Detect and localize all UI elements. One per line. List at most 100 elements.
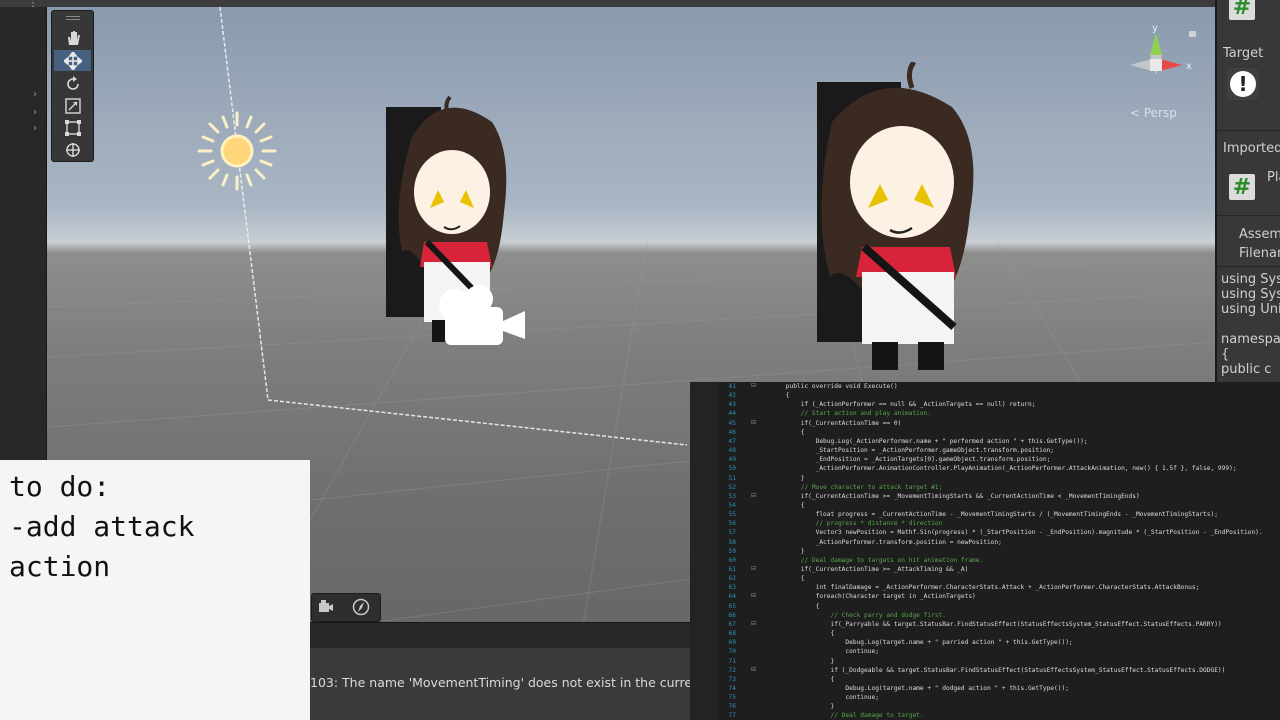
line-number: 55 (728, 511, 736, 519)
scale-tool-button[interactable] (54, 95, 91, 116)
line-number: 52 (728, 483, 736, 491)
rotate-icon (66, 75, 79, 90)
drag-handle-icon[interactable] (66, 16, 80, 20)
sun-light-icon[interactable] (195, 109, 279, 193)
line-number: 51 (728, 474, 736, 482)
rotate-tool-button[interactable] (54, 73, 91, 94)
code-line[interactable]: // Check parry and dodge first. (756, 611, 947, 620)
expand-arrow-icon[interactable]: › (33, 89, 37, 100)
code-line[interactable]: { (756, 602, 820, 611)
code-line[interactable]: if (_Dodgeable && target.StatusBar.FindS… (756, 666, 1226, 675)
code-line[interactable]: // Deal damage to target. (756, 711, 924, 720)
code-line[interactable]: } (756, 702, 835, 711)
code-line[interactable]: { (756, 501, 805, 510)
code-line[interactable]: Debug.Log(_ActionPerformer.name + " perf… (756, 437, 1088, 446)
code-line[interactable]: if(_Parryable && target.StatusBar.FindSt… (756, 620, 1222, 629)
character-sprite-right[interactable] (772, 62, 1002, 377)
rect-tool-button[interactable] (54, 117, 91, 138)
code-line[interactable]: // Move character to attack target #1; (756, 483, 943, 492)
line-number: 64 (728, 593, 736, 601)
code-line[interactable]: { (756, 428, 805, 437)
code-line[interactable]: int finalDamage = _ActionPerformer.Chara… (756, 583, 1200, 592)
orientation-gizmo[interactable]: y x (1122, 19, 1212, 119)
code-line[interactable]: { (756, 629, 835, 638)
code-line[interactable]: _EndPosition = _ActionTargets[0].gameObj… (756, 455, 1051, 464)
code-line[interactable]: foreach(Character target in _ActionTarge… (756, 592, 976, 601)
code-line[interactable]: // Start action and play animation. (756, 409, 931, 418)
code-line[interactable]: public override void Execute() (756, 382, 898, 391)
line-number: 60 (728, 556, 736, 564)
line-number: 58 (728, 538, 736, 546)
line-number: 74 (728, 684, 736, 692)
code-line[interactable]: } (756, 657, 835, 666)
move-icon (63, 51, 82, 70)
transform-icon (65, 142, 80, 157)
scene-tool-palette (51, 10, 94, 162)
code-line[interactable]: } (756, 474, 805, 483)
lock-icon[interactable] (1189, 31, 1196, 37)
perspective-toggle[interactable]: < Persp (1130, 106, 1177, 120)
hand-tool-button[interactable] (54, 27, 91, 48)
line-number: 62 (728, 575, 736, 583)
compass-icon[interactable] (352, 598, 370, 616)
code-line[interactable]: Vector3 newPosition = Mathf.Sin(progress… (756, 528, 1263, 537)
code-line[interactable]: continue; (756, 647, 879, 656)
line-number: 41 (728, 383, 736, 390)
console-error-message[interactable]: 103: The name 'MovementTiming' does not … (310, 675, 690, 690)
line-number: 71 (728, 657, 736, 665)
code-line[interactable]: if(_CurrentActionTime >= _MovementTiming… (756, 492, 1140, 501)
menu-icon[interactable]: ⋮ (28, 0, 38, 9)
line-number: 65 (728, 602, 736, 610)
todo-line: action (9, 550, 111, 583)
console-toolbar (310, 622, 690, 649)
line-number: 54 (728, 501, 736, 509)
source-preview-line: namespac (1221, 332, 1280, 347)
warning-badge: ! (1227, 68, 1259, 100)
line-number: 57 (728, 529, 736, 537)
line-number: 63 (728, 584, 736, 592)
csharp-script-icon: # (1229, 0, 1255, 20)
code-line[interactable]: if(_CurrentActionTime >= _AttackTiming &… (756, 565, 969, 574)
code-line[interactable]: } (756, 547, 805, 556)
todo-line: -add attack (9, 510, 195, 543)
line-number: 70 (728, 648, 736, 656)
camera-preview-icon[interactable] (318, 599, 334, 615)
code-line[interactable]: Debug.Log(target.name + " dodged action … (756, 684, 1069, 693)
divider (1217, 266, 1280, 267)
expand-arrow-icon[interactable]: › (33, 107, 37, 118)
console-panel: 103: The name 'MovementTiming' does not … (310, 648, 690, 720)
line-number: 69 (728, 639, 736, 647)
code-line[interactable]: { (756, 675, 835, 684)
source-preview-line: { (1221, 347, 1230, 362)
line-number: 47 (728, 437, 736, 445)
expand-arrow-icon[interactable]: › (33, 123, 37, 134)
code-line[interactable]: continue; (756, 693, 879, 702)
code-line[interactable]: if(_CurrentActionTime == 0) (756, 419, 902, 428)
code-line[interactable]: if (_ActionPerformer == null && _ActionT… (756, 400, 1036, 409)
line-number: 72 (728, 666, 736, 674)
source-preview-line: public c (1221, 362, 1272, 377)
target-label: Target (1223, 46, 1264, 61)
line-number: 61 (728, 566, 736, 573)
code-line[interactable]: { (756, 391, 790, 400)
code-line[interactable]: _ActionPerformer.transform.position = ne… (756, 538, 1002, 547)
code-editor[interactable]: 41 ⊟ 42 43 44 45 ⊟ 46 47 48 49 50 51 52 53 ⊟ 54 55 56 57 58 5… (690, 382, 1280, 720)
code-line[interactable]: _StartPosition = _ActionPerformer.gameOb… (756, 446, 1054, 455)
line-number: 75 (728, 694, 736, 702)
code-line[interactable]: float progress = _CurrentActionTime - _M… (756, 510, 1218, 519)
filename-label: Filenam (1239, 246, 1280, 261)
line-number: 77 (728, 712, 736, 720)
code-line[interactable]: _ActionPerformer.AnimationController.Pla… (756, 464, 1237, 473)
line-number: 66 (728, 611, 736, 619)
camera-icon[interactable] (427, 277, 527, 349)
line-number: 50 (728, 465, 736, 473)
code-line[interactable]: // Deal damage to targets on hit animati… (756, 556, 984, 565)
code-line[interactable]: // progress * distance * direction (756, 519, 943, 528)
move-tool-button[interactable] (54, 50, 91, 71)
transform-tool-button[interactable] (54, 139, 91, 160)
line-number: 43 (728, 401, 736, 409)
line-number: 56 (728, 520, 736, 528)
todo-line: to do: (9, 470, 111, 503)
code-line[interactable]: Debug.Log(target.name + " parried action… (756, 638, 1072, 647)
code-line[interactable]: { (756, 574, 805, 583)
